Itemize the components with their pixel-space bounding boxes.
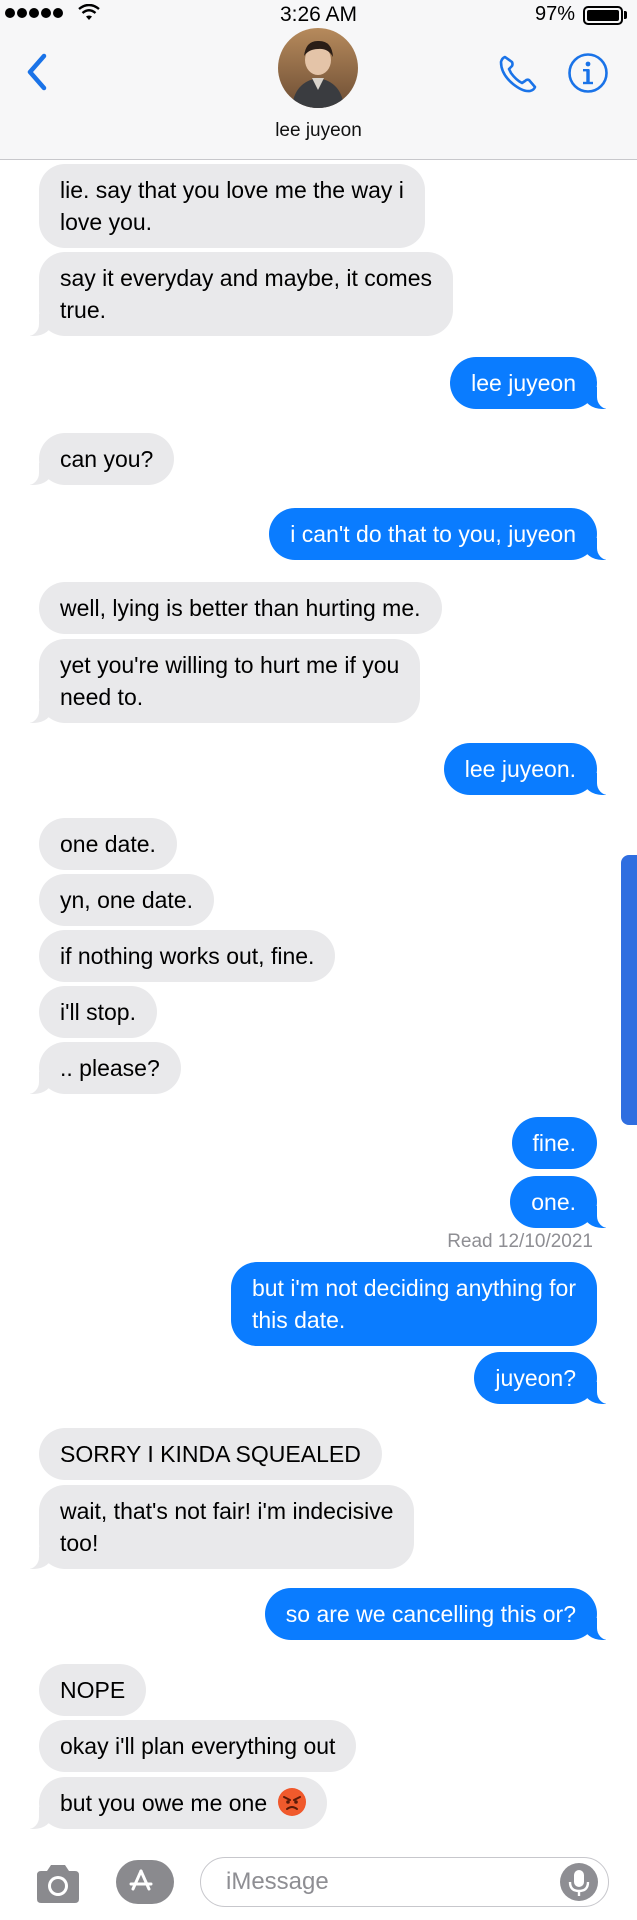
microphone-icon[interactable]: [560, 1863, 598, 1901]
compose-bar: iMessage: [0, 1840, 637, 1920]
message-text: juyeon?: [495, 1365, 576, 1391]
contact-name[interactable]: lee juyeon: [0, 120, 637, 142]
message-text: one date.: [60, 831, 156, 857]
message-bubble-sent[interactable]: so are we cancelling this or?: [264, 1588, 612, 1640]
angry-face-emoji: [277, 1788, 306, 1816]
message-text: one.: [531, 1189, 576, 1215]
message-bubble-received[interactable]: if nothing works out, fine.: [39, 930, 336, 982]
message-bubble-received[interactable]: lie. say that you love me the way i love…: [39, 164, 425, 248]
message-text: i can't do that to you, juyeon: [290, 521, 576, 547]
message-bubble-received[interactable]: well, lying is better than hurting me.: [39, 582, 442, 634]
phone-icon[interactable]: [496, 52, 540, 96]
message-list[interactable]: lie. say that you love me the way i love…: [0, 160, 637, 1840]
message-text: fine.: [532, 1130, 576, 1156]
message-text: yet you're willing to hurt me if you nee…: [60, 652, 400, 710]
message-text: wait, that's not fair! i'm indecisive to…: [60, 1498, 394, 1556]
message-bubble-received[interactable]: i'll stop.: [39, 986, 157, 1038]
chevron-left-icon[interactable]: [22, 50, 52, 94]
message-bubble-received[interactable]: okay i'll plan everything out: [39, 1720, 357, 1772]
message-text: lie. say that you love me the way i love…: [60, 177, 404, 235]
message-bubble-received[interactable]: one date.: [39, 818, 177, 870]
contact-avatar[interactable]: [278, 28, 358, 108]
message-text: well, lying is better than hurting me.: [60, 595, 421, 621]
message-text: .. please?: [60, 1055, 160, 1081]
camera-icon[interactable]: [33, 1863, 83, 1905]
message-text: lee juyeon.: [464, 756, 576, 782]
message-bubble-received[interactable]: can you?: [24, 433, 175, 485]
message-text: okay i'll plan everything out: [60, 1733, 336, 1759]
message-input[interactable]: iMessage: [200, 1857, 609, 1907]
message-bubble-sent[interactable]: i can't do that to you, juyeon: [269, 508, 611, 560]
message-bubble-received[interactable]: yet you're willing to hurt me if you nee…: [24, 639, 421, 723]
app-store-icon[interactable]: [116, 1860, 174, 1904]
status-bar: 3:26 AM 97%: [0, 0, 637, 30]
message-text: yn, one date.: [60, 887, 193, 913]
message-text: SORRY I KINDA SQUEALED: [60, 1441, 361, 1467]
message-bubble-sent[interactable]: one.: [510, 1176, 611, 1228]
message-text: so are we cancelling this or?: [285, 1601, 576, 1627]
message-bubble-received[interactable]: say it everyday and maybe, it comes true…: [25, 252, 453, 336]
read-receipt: Read 12/10/2021: [447, 1231, 593, 1252]
scroll-indicator[interactable]: [621, 855, 637, 1125]
message-text: can you?: [60, 446, 154, 472]
battery-icon: [583, 6, 623, 25]
message-bubble-received[interactable]: .. please?: [25, 1042, 181, 1094]
message-bubble-received[interactable]: SORRY I KINDA SQUEALED: [39, 1428, 382, 1480]
message-text: say it everyday and maybe, it comes true…: [60, 265, 432, 323]
message-bubble-sent[interactable]: juyeon?: [474, 1352, 611, 1404]
message-text: but i'm not deciding anything for this d…: [251, 1275, 576, 1333]
message-bubble-received[interactable]: NOPE: [39, 1664, 147, 1716]
message-bubble-sent[interactable]: fine.: [511, 1117, 597, 1169]
message-bubble-received[interactable]: yn, one date.: [39, 874, 214, 926]
message-text: NOPE: [60, 1677, 126, 1703]
message-bubble-sent[interactable]: lee juyeon: [450, 357, 611, 409]
message-bubble-sent[interactable]: lee juyeon.: [443, 743, 612, 795]
message-bubble-sent[interactable]: but i'm not deciding anything for this d…: [230, 1262, 597, 1346]
message-text: i'll stop.: [60, 999, 136, 1025]
message-bubble-received[interactable]: wait, that's not fair! i'm indecisive to…: [24, 1485, 415, 1569]
battery-percentage: 97%: [535, 3, 576, 25]
message-text: lee juyeon: [471, 370, 576, 396]
message-text: but you owe me one: [60, 1790, 268, 1816]
info-icon[interactable]: [567, 52, 609, 94]
message-bubble-received[interactable]: but you owe me one: [25, 1777, 327, 1829]
message-text: if nothing works out, fine.: [60, 943, 315, 969]
message-placeholder: iMessage: [226, 1868, 329, 1895]
